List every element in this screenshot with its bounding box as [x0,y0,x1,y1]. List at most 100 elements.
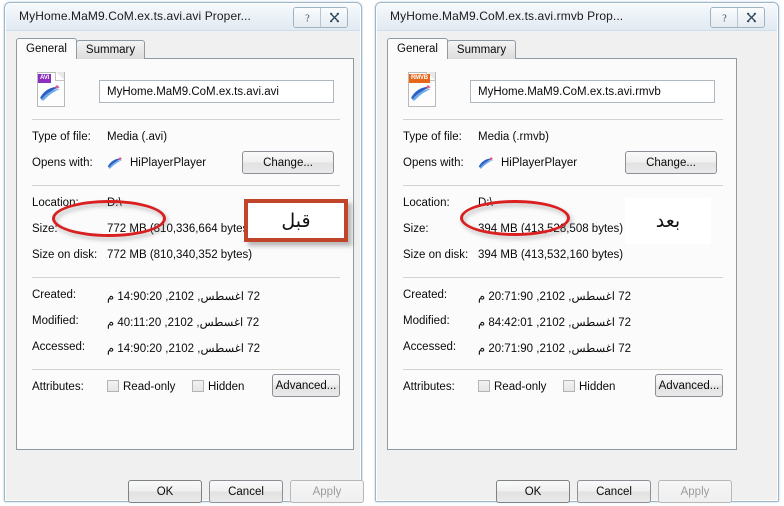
location-value: D:\ [107,197,122,209]
attributes-label: Attributes: [32,381,84,393]
separator-2-right [403,185,723,186]
svg-text:?: ? [305,13,310,24]
close-icon [329,12,339,23]
size-label: Size: [32,223,58,235]
separator-3 [32,277,340,278]
tab-summary[interactable]: Summary [75,40,146,59]
hiplayer-app-icon-right [478,157,494,169]
type-of-file-label: Type of file: [32,131,91,143]
opens-with-value: HiPlayerPlayer [130,157,207,169]
annotation-after-text-wrap: بعد [625,198,711,244]
accessed-value-right: 27 اغسطس, 2012, 09:17:02 م [478,343,631,355]
created-label: Created: [32,289,77,301]
dialog-inner-frame: MyHome.MaM9.CoM.ex.ts.avi.avi Proper... … [5,3,364,503]
type-of-file-value-right: Media (.rmvb) [478,131,549,143]
separator-2 [32,185,340,186]
tab-general[interactable]: General [16,38,77,59]
help-button-right[interactable]: ? [711,8,737,27]
opens-with-value-right: HiPlayerPlayer [501,157,578,169]
tab-general-label: General [26,43,67,55]
close-icon [746,12,756,23]
accessed-label-right: Accessed: [403,341,457,353]
title-bar[interactable]: MyHome.MaM9.CoM.ex.ts.avi.avi Proper... … [6,4,360,31]
separator-4 [32,369,340,370]
size-on-disk-label-right: Size on disk: [403,249,469,261]
tab-page-general: AVI Type of file: Media (.avi) Opens wit… [16,58,354,450]
advanced-button-right[interactable]: Advanced... [655,374,723,397]
readonly-label: Read-only [123,381,176,393]
properties-dialog-avi[interactable]: MyHome.MaM9.CoM.ex.ts.avi.avi Proper... … [4,2,364,503]
file-corner-fold [55,72,64,81]
cancel-button[interactable]: Cancel [209,480,283,503]
title-bar-right[interactable]: MyHome.MaM9.CoM.ex.ts.avi.rmvb Prop... ? [377,4,777,31]
size-label-right: Size: [403,223,429,235]
dialog-inner-frame-right: MyHome.MaM9.CoM.ex.ts.avi.rmvb Prop... ?… [376,3,778,503]
created-value-right: 27 اغسطس, 2012, 09:17:02 م [478,291,631,303]
tab-page-general-right: RMVB Type of file: Media (.rmvb) Opens w… [387,58,737,450]
separator-1 [32,119,340,120]
ok-button-right[interactable]: OK [496,480,570,503]
tab-strip: General Summary [16,38,146,59]
close-button-right[interactable] [737,8,764,27]
apply-button: Apply [290,480,364,503]
title-bar-buttons: ? [293,7,348,28]
file-format-badge: RMVB [409,74,430,83]
size-value-right: 394 MB (413,528,508 bytes) [478,223,624,235]
question-mark-icon: ? [305,13,310,24]
readonly-checkbox-right[interactable] [478,380,490,392]
media-player-swoosh-icon [40,85,60,101]
file-name-input-right[interactable] [470,80,715,103]
modified-label: Modified: [32,315,79,327]
created-value: 27 اغسطس, 2012, 02:09:41 م [107,291,260,303]
media-player-swoosh-icon [411,85,431,101]
close-button[interactable] [320,8,347,27]
tab-summary-right[interactable]: Summary [446,40,517,59]
change-button-right[interactable]: Change... [625,151,717,174]
readonly-checkbox[interactable] [107,380,119,392]
type-of-file-value: Media (.avi) [107,131,168,143]
readonly-label-right: Read-only [494,381,547,393]
tab-summary-label-right: Summary [456,44,507,56]
apply-button-right: Apply [658,480,732,503]
tab-strip-right: General Summary [387,38,517,59]
hidden-label-right: Hidden [579,381,616,393]
annotation-before-box: قبل [244,199,348,242]
file-format-badge: AVI [38,74,51,83]
separator-4-right [403,369,723,370]
created-label-right: Created: [403,289,448,301]
hiplayer-app-icon [107,157,123,169]
type-of-file-label-right: Type of file: [403,131,462,143]
size-on-disk-label: Size on disk: [32,249,98,261]
tab-general-label-right: General [397,43,438,55]
modified-label-right: Modified: [403,315,450,327]
location-value-right: D:\ [478,197,493,209]
hidden-checkbox[interactable] [192,380,204,392]
file-type-icon-avi: AVI [35,71,66,107]
file-name-input[interactable] [99,80,334,103]
change-button[interactable]: Change... [242,151,334,174]
file-type-icon-rmvb: RMVB [406,71,437,107]
accessed-label: Accessed: [32,341,86,353]
separator-1-right [403,119,723,120]
size-on-disk-value-right: 394 MB (413,532,160 bytes) [478,249,624,261]
help-button[interactable]: ? [294,8,320,27]
modified-value: 27 اغسطس, 2012, 02:11:04 م [107,317,260,329]
annotation-after-text: بعد [655,210,681,232]
hidden-checkbox-right[interactable] [563,380,575,392]
window-title: MyHome.MaM9.CoM.ex.ts.avi.avi Proper... [19,9,251,23]
ok-button[interactable]: OK [128,480,202,503]
window-title-right: MyHome.MaM9.CoM.ex.ts.avi.rmvb Prop... [390,9,624,23]
accessed-value: 27 اغسطس, 2012, 02:09:41 م [107,343,260,355]
svg-text:?: ? [722,13,727,24]
opens-with-label-right: Opens with: [403,157,464,169]
tab-general-right[interactable]: General [387,38,448,59]
size-on-disk-value: 772 MB (810,340,352 bytes) [107,249,253,261]
advanced-button[interactable]: Advanced... [272,374,340,397]
opens-with-label: Opens with: [32,157,93,169]
cancel-button-right[interactable]: Cancel [577,480,651,503]
location-label: Location: [32,197,79,209]
annotation-before-text: قبل [281,209,311,232]
tab-summary-label: Summary [85,44,136,56]
separator-3-right [403,277,723,278]
properties-dialog-rmvb[interactable]: MyHome.MaM9.CoM.ex.ts.avi.rmvb Prop... ?… [375,2,779,503]
